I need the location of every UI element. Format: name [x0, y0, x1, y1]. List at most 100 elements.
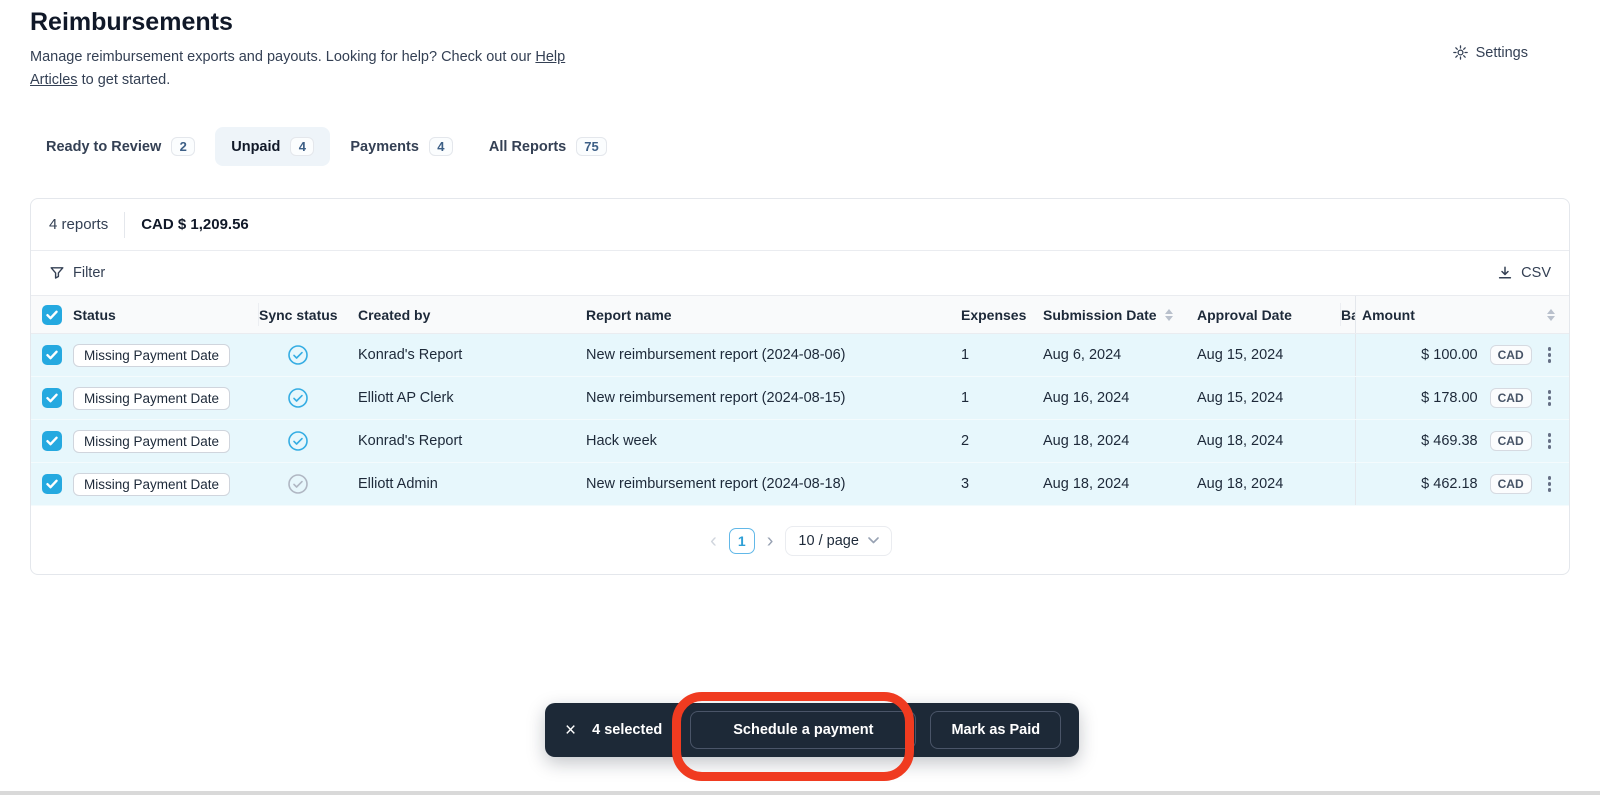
- submission-date: Aug 6, 2024: [1043, 347, 1197, 363]
- row-menu-icon[interactable]: [1544, 343, 1555, 366]
- column-header-submission-date[interactable]: Submission Date: [1043, 307, 1197, 323]
- csv-label: CSV: [1521, 265, 1551, 281]
- row-menu-icon[interactable]: [1544, 472, 1555, 495]
- table-toolbar: Filter CSV: [31, 251, 1569, 296]
- mark-as-paid-button[interactable]: Mark as Paid: [930, 711, 1061, 749]
- tab-label: Payments: [350, 139, 419, 155]
- page-description: Manage reimbursement exports and payouts…: [30, 46, 565, 92]
- column-header-approval-date: Approval Date: [1197, 303, 1341, 325]
- currency-badge: CAD: [1490, 431, 1532, 451]
- total-amount: CAD $ 1,209.56: [141, 216, 249, 233]
- tab-count-badge: 4: [290, 137, 314, 156]
- column-header-report-name: Report name: [586, 307, 961, 323]
- table-summary: 4 reports CAD $ 1,209.56: [31, 199, 1569, 251]
- column-header-clipped: Ba: [1341, 307, 1355, 323]
- current-page-button[interactable]: 1: [729, 528, 755, 554]
- filter-icon: [49, 265, 65, 281]
- chevron-down-icon: [868, 537, 879, 544]
- report-name: New reimbursement report (2024-08-15): [586, 390, 961, 406]
- table-header-row: Status Sync status Created by Report nam…: [31, 296, 1569, 334]
- row-menu-icon[interactable]: [1544, 429, 1555, 452]
- summary-divider: [124, 212, 125, 238]
- close-icon[interactable]: ×: [563, 719, 578, 742]
- status-badge: Missing Payment Date: [73, 430, 230, 453]
- table-row[interactable]: Missing Payment Date Elliott Admin New r…: [31, 463, 1569, 506]
- reimbursements-page: Reimbursements Manage reimbursement expo…: [0, 0, 1600, 795]
- submission-date: Aug 16, 2024: [1043, 390, 1197, 406]
- help-articles-link-2[interactable]: Articles: [30, 72, 78, 88]
- sort-icon: [1165, 309, 1173, 321]
- table-row[interactable]: Missing Payment Date Konrad's Report New…: [31, 334, 1569, 377]
- approval-date: Aug 18, 2024: [1197, 476, 1341, 492]
- approval-date: Aug 18, 2024: [1197, 433, 1341, 449]
- column-header-amount[interactable]: Amount: [1355, 296, 1569, 333]
- expenses-count: 1: [961, 347, 1043, 363]
- filter-label: Filter: [73, 265, 105, 281]
- window-bottom-edge: [0, 791, 1600, 795]
- amount-value: $ 178.00: [1362, 390, 1478, 406]
- sort-icon: [1547, 309, 1555, 321]
- row-checkbox[interactable]: [42, 431, 62, 451]
- tab-label: All Reports: [489, 139, 566, 155]
- next-page-button[interactable]: ›: [765, 531, 776, 551]
- csv-export-button[interactable]: CSV: [1497, 265, 1551, 281]
- table-row[interactable]: Missing Payment Date Konrad's Report Hac…: [31, 420, 1569, 463]
- amount-value: $ 100.00: [1362, 347, 1478, 363]
- row-checkbox[interactable]: [42, 345, 62, 365]
- help-articles-link[interactable]: Help: [535, 49, 565, 65]
- schedule-payment-button[interactable]: Schedule a payment: [690, 711, 916, 749]
- synced-check-icon: [287, 387, 309, 409]
- tab-count-badge: 2: [171, 137, 195, 156]
- tab-all-reports[interactable]: All Reports 75: [473, 127, 623, 166]
- created-by: Elliott Admin: [358, 476, 586, 492]
- expenses-count: 3: [961, 476, 1043, 492]
- download-icon: [1497, 265, 1513, 281]
- status-badge: Missing Payment Date: [73, 473, 230, 496]
- description-text: Manage reimbursement exports and payouts…: [30, 49, 535, 65]
- selected-count-label: 4 selected: [592, 722, 662, 738]
- currency-badge: CAD: [1490, 345, 1532, 365]
- tab-label: Ready to Review: [46, 139, 161, 155]
- status-badge: Missing Payment Date: [73, 387, 230, 410]
- column-header-created-by: Created by: [358, 307, 586, 323]
- column-header-label: Submission Date: [1043, 307, 1157, 323]
- status-badge: Missing Payment Date: [73, 344, 230, 367]
- submission-date: Aug 18, 2024: [1043, 433, 1197, 449]
- synced-check-icon: [287, 344, 309, 366]
- approval-date: Aug 15, 2024: [1197, 390, 1341, 406]
- not-synced-check-icon: [287, 473, 309, 495]
- page-size-select[interactable]: 10 / page: [785, 526, 891, 556]
- header-checkbox-cell: [31, 305, 73, 325]
- row-checkbox[interactable]: [42, 474, 62, 494]
- gear-icon: [1452, 44, 1469, 61]
- expenses-count: 2: [961, 433, 1043, 449]
- amount-value: $ 469.38: [1362, 433, 1478, 449]
- row-checkbox[interactable]: [42, 388, 62, 408]
- page-size-value: 10 / page: [798, 533, 858, 549]
- report-name: New reimbursement report (2024-08-18): [586, 476, 961, 492]
- tab-payments[interactable]: Payments 4: [334, 127, 469, 166]
- column-header-label: Amount: [1362, 307, 1415, 323]
- bulk-action-bar: × 4 selected Schedule a payment Mark as …: [545, 703, 1079, 757]
- amount-value: $ 462.18: [1362, 476, 1478, 492]
- report-tabs: Ready to Review 2 Unpaid 4 Payments 4 Al…: [30, 127, 623, 166]
- tab-unpaid[interactable]: Unpaid 4: [215, 127, 330, 166]
- tab-count-badge: 75: [576, 137, 606, 156]
- column-header-status: Status: [73, 303, 259, 325]
- tab-ready-to-review[interactable]: Ready to Review 2: [30, 127, 211, 166]
- description-text-2: to get started.: [78, 72, 171, 88]
- filter-button[interactable]: Filter: [49, 265, 105, 281]
- row-menu-icon[interactable]: [1544, 386, 1555, 409]
- reports-count: 4 reports: [49, 216, 108, 233]
- settings-button[interactable]: Settings: [1452, 44, 1528, 61]
- created-by: Elliott AP Clerk: [358, 390, 586, 406]
- page-title: Reimbursements: [30, 8, 233, 37]
- select-all-checkbox[interactable]: [42, 305, 62, 325]
- prev-page-button[interactable]: ‹: [708, 531, 719, 551]
- expenses-count: 1: [961, 390, 1043, 406]
- report-name: Hack week: [586, 433, 961, 449]
- table-row[interactable]: Missing Payment Date Elliott AP Clerk Ne…: [31, 377, 1569, 420]
- synced-check-icon: [287, 430, 309, 452]
- approval-date: Aug 15, 2024: [1197, 347, 1341, 363]
- currency-badge: CAD: [1490, 388, 1532, 408]
